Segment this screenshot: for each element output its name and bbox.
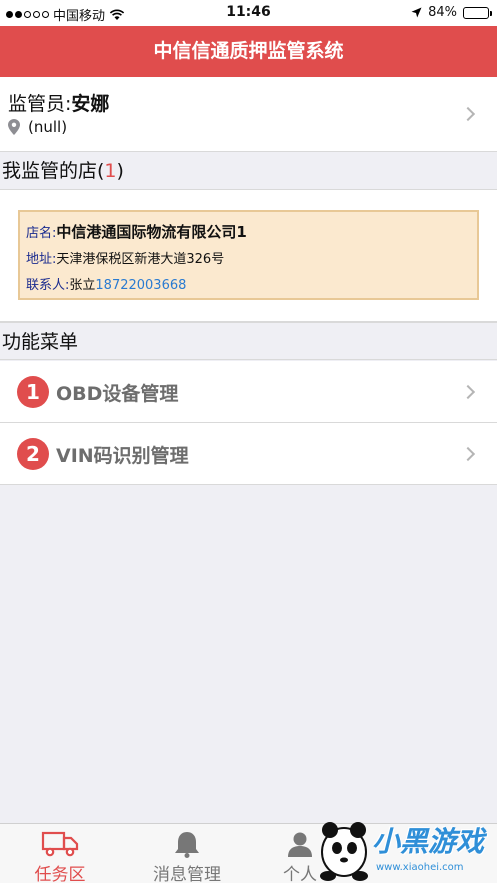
location-pin-icon [8,119,20,135]
tab-task-area[interactable]: 任务区 [0,824,120,883]
store-address: 天津港保税区新港大道326号 [56,252,225,267]
tab-messages[interactable]: 消息管理 [127,824,247,883]
store-contact-label: 联系人: [26,278,70,293]
status-right: 84% [411,5,492,20]
watermark-logo: 小黑游戏 www.xiaohei.com [306,808,497,883]
store-contact-row: 联系人:张立18722003668 [26,273,477,299]
supervisor-location: (null) [28,118,68,136]
store-name: 中信港通国际物流有限公司1 [56,223,247,241]
stores-section-close: ) [116,160,124,182]
supervisor-name-row: 监管员:安娜 [8,89,109,116]
menu-number-badge: 1 [17,376,49,408]
chevron-right-icon [460,106,476,122]
menu-section-title: 功能菜单 [2,331,79,353]
location-arrow-icon [411,7,422,18]
truck-icon [41,831,79,857]
store-address-label: 地址: [26,252,57,267]
supervisor-name: 安娜 [71,93,110,115]
bell-icon [175,832,199,858]
watermark-brand: 小黑游戏 [372,825,485,858]
nav-header: 中信信通质押监管系统 [0,26,497,77]
stores-count: 1 [104,160,117,182]
store-contact-name: 张立 [69,278,96,293]
watermark-url: www.xiaohei.com [376,862,464,873]
menu-item-label: VIN码识别管理 [56,445,189,467]
status-bar: 中国移动 11:46 84% [0,0,497,26]
supervisor-location-row: (null) [8,118,67,136]
tab-label: 消息管理 [153,865,221,883]
store-address-row: 地址:天津港保税区新港大道326号 [26,247,477,273]
menu-number-badge: 2 [17,438,49,470]
store-phone-link[interactable]: 18722003668 [95,278,186,293]
page-title: 中信信通质押监管系统 [153,40,344,62]
menu-item-label: OBD设备管理 [56,383,179,405]
store-name-row: 店名:中信港通国际物流有限公司1 [26,219,477,247]
store-name-label: 店名: [26,226,57,241]
chevron-right-icon [460,384,476,400]
tab-label: 任务区 [34,865,86,883]
battery-percent: 84% [428,5,457,20]
menu-item-obd[interactable]: 1 OBD设备管理 [0,361,497,423]
menu-section-header: 功能菜单 [0,322,497,360]
stores-section-header: 我监管的店(1) [0,152,497,190]
menu-item-vin[interactable]: 2 VIN码识别管理 [0,423,497,485]
function-menu: 1 OBD设备管理 2 VIN码识别管理 [0,361,497,485]
supervisor-row[interactable]: 监管员:安娜 (null) [0,77,497,152]
battery-icon [463,6,492,19]
stores-panel: 店名:中信港通国际物流有限公司1 地址:天津港保税区新港大道326号 联系人:张… [0,190,497,322]
supervisor-label: 监管员: [8,93,72,115]
stores-section-title: 我监管的店( [2,160,105,182]
chevron-right-icon [460,446,476,462]
store-card[interactable]: 店名:中信港通国际物流有限公司1 地址:天津港保税区新港大道326号 联系人:张… [18,210,479,300]
